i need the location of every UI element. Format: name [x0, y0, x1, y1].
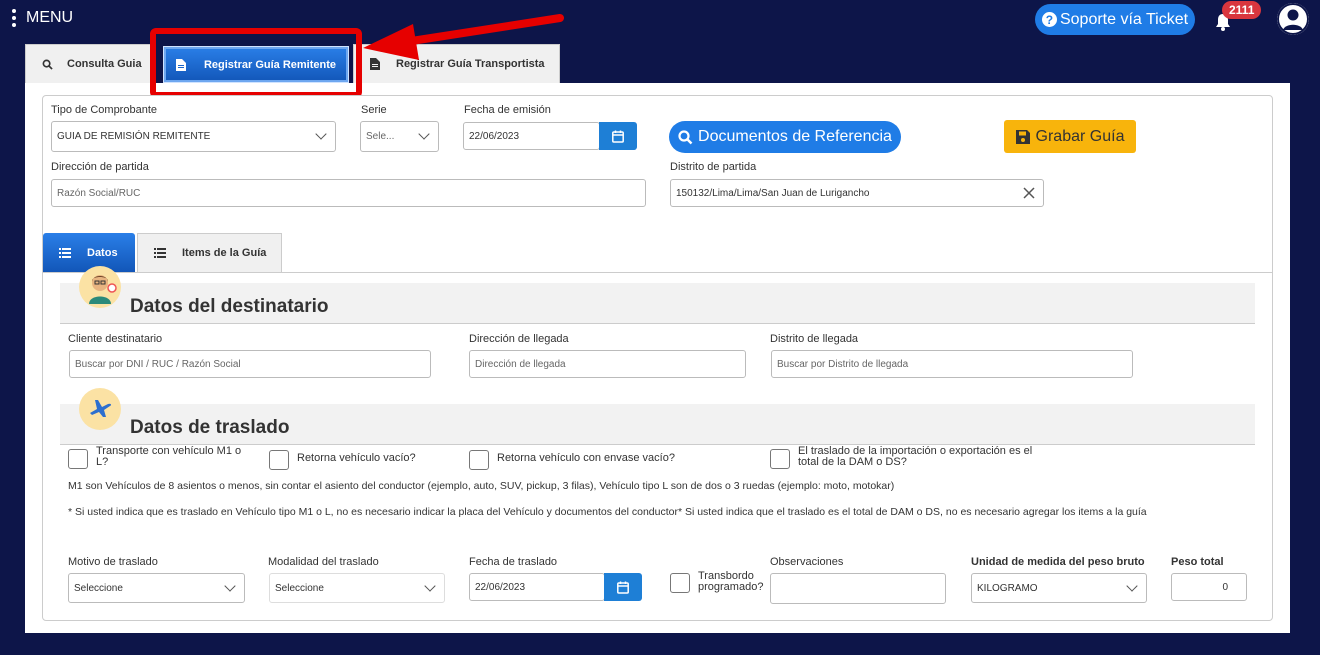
subtab-divider	[43, 272, 1272, 273]
observaciones-label: Observaciones	[770, 556, 844, 568]
vehiculo-m1-label-line1: Transporte con vehículo M1 o	[96, 445, 242, 457]
vehiculo-m1-checkbox[interactable]	[68, 449, 88, 469]
fecha-emision-label: Fecha de emisión	[464, 104, 551, 116]
question-icon: ?	[1041, 12, 1057, 27]
notification-badge: 2111	[1222, 1, 1262, 19]
unidad-medida-value: KILOGRAMO	[977, 582, 1038, 594]
peso-total-label: Peso total	[1171, 556, 1224, 568]
motivo-traslado-select[interactable]: Seleccione	[68, 573, 245, 603]
calendar-icon	[617, 581, 629, 594]
person-illustration-icon	[79, 266, 121, 308]
peso-total-input[interactable]: 0	[1171, 573, 1247, 601]
list-icon	[154, 248, 166, 258]
retorna-envase-checkbox[interactable]	[469, 450, 489, 470]
fecha-traslado-value: 22/06/2023	[475, 581, 526, 593]
vehiculo-m1-label-line2: L?	[96, 456, 109, 468]
menu-button[interactable]: MENU	[12, 9, 73, 27]
direccion-partida-input[interactable]: Razón Social/RUC	[51, 179, 646, 207]
unidad-medida-label: Unidad de medida del peso bruto	[971, 556, 1145, 568]
observaciones-input[interactable]	[770, 573, 946, 604]
calendar-icon	[612, 130, 624, 143]
tipo-comprobante-select[interactable]: GUIA DE REMISIÓN REMITENTE	[51, 121, 336, 152]
distrito-llegada-placeholder: Buscar por Distrito de llegada	[777, 358, 909, 370]
user-avatar[interactable]	[1277, 3, 1309, 35]
fecha-emision-value: 22/06/2023	[469, 130, 520, 142]
importacion-dam-label: El traslado de la importación o exportac…	[798, 446, 1058, 468]
subtab-items-label: Items de la Guía	[182, 247, 267, 259]
transbordo-label-line2: programado?	[698, 581, 764, 593]
transbordo-checkbox[interactable]	[670, 573, 690, 593]
m1-info-note: M1 son Vehículos de 8 asientos o menos, …	[68, 480, 895, 492]
peso-total-value: 0	[1222, 581, 1228, 593]
distrito-llegada-input[interactable]: Buscar por Distrito de llegada	[771, 350, 1133, 378]
traslado-info-note: * Si usted indica que es traslado en Veh…	[68, 506, 1147, 518]
distrito-llegada-label: Distrito de llegada	[770, 333, 859, 345]
destinatario-section-title: Datos del destinatario	[130, 296, 329, 317]
retorna-envase-label: Retorna vehículo con envase vacío?	[497, 452, 675, 464]
tipo-comprobante-value: GUIA DE REMISIÓN REMITENTE	[57, 131, 211, 142]
importacion-dam-checkbox[interactable]	[770, 449, 790, 469]
chevron-down-icon	[315, 128, 327, 140]
serie-select[interactable]: Sele...	[360, 121, 439, 152]
modalidad-traslado-label: Modalidad del traslado	[268, 556, 379, 568]
direccion-llegada-label: Dirección de llegada	[469, 333, 569, 345]
chevron-down-icon	[424, 580, 436, 592]
transbordo-label: Transbordo programado?	[698, 571, 763, 593]
distrito-partida-value: 150132/Lima/Lima/San Juan de Lurigancho	[676, 187, 870, 199]
chevron-down-icon	[1126, 580, 1138, 592]
highlight-annotation-box	[150, 28, 362, 98]
list-icon	[59, 247, 71, 258]
direccion-partida-placeholder: Razón Social/RUC	[57, 187, 141, 199]
airplane-illustration-icon	[79, 388, 121, 430]
modalidad-traslado-value: Seleccione	[275, 582, 324, 594]
serie-value: Sele...	[366, 131, 395, 142]
save-icon	[1015, 129, 1030, 144]
direccion-llegada-input[interactable]: Dirección de llegada	[469, 350, 746, 378]
search-icon	[42, 59, 53, 70]
documentos-referencia-button[interactable]: Documentos de Referencia	[669, 121, 901, 153]
subtab-items-guia[interactable]: Items de la Guía	[137, 233, 282, 272]
documentos-referencia-label: Documentos de Referencia	[698, 128, 892, 145]
serie-label: Serie	[361, 104, 387, 116]
red-arrow-annotation	[363, 14, 564, 60]
cliente-destinatario-label: Cliente destinatario	[68, 333, 163, 345]
cliente-destinatario-placeholder: Buscar por DNI / RUC / Razón Social	[75, 358, 241, 370]
subtab-datos[interactable]: Datos	[43, 233, 135, 272]
subtab-datos-label: Datos	[87, 246, 118, 259]
cliente-destinatario-input[interactable]: Buscar por DNI / RUC / Razón Social	[69, 350, 431, 378]
modalidad-traslado-select[interactable]: Seleccione	[269, 573, 445, 603]
vehiculo-m1-label: Transporte con vehículo M1 o L?	[96, 446, 256, 468]
search-icon	[678, 129, 693, 144]
distrito-partida-input[interactable]: 150132/Lima/Lima/San Juan de Lurigancho	[670, 179, 1044, 207]
retorna-vacio-checkbox[interactable]	[269, 450, 289, 470]
importacion-dam-label-line2: total de la DAM o DS?	[798, 456, 907, 468]
kebab-menu-icon	[12, 9, 16, 27]
motivo-traslado-label: Motivo de traslado	[68, 556, 158, 568]
traslado-section-title: Datos de traslado	[130, 417, 290, 438]
direccion-partida-label: Dirección de partida	[51, 161, 149, 173]
motivo-traslado-value: Seleccione	[74, 582, 123, 594]
calendar-button-traslado[interactable]	[604, 573, 642, 601]
unidad-medida-select[interactable]: KILOGRAMO	[971, 573, 1147, 603]
grabar-guia-button[interactable]: Grabar Guía	[1004, 120, 1136, 153]
support-label: Soporte vía Ticket	[1059, 10, 1189, 28]
calendar-button[interactable]	[599, 122, 637, 150]
grabar-guia-label: Grabar Guía	[1035, 127, 1125, 145]
fecha-emision-input[interactable]: 22/06/2023	[463, 122, 600, 150]
tab-consulta-label: Consulta Guia	[67, 58, 142, 70]
clear-icon[interactable]	[1023, 187, 1035, 199]
distrito-partida-label: Distrito de partida	[670, 161, 757, 173]
fecha-traslado-label: Fecha de traslado	[469, 556, 558, 568]
tipo-comprobante-label: Tipo de Comprobante	[51, 104, 157, 116]
support-ticket-button[interactable]: ? Soporte vía Ticket	[1035, 4, 1195, 35]
chevron-down-icon	[224, 580, 236, 592]
fecha-traslado-input[interactable]: 22/06/2023	[469, 573, 605, 601]
menu-label: MENU	[26, 9, 74, 26]
retorna-vacio-label: Retorna vehículo vacío?	[297, 452, 416, 464]
direccion-llegada-placeholder: Dirección de llegada	[475, 358, 566, 370]
chevron-down-icon	[418, 128, 430, 140]
tab-consulta-guia[interactable]: Consulta Guia	[25, 44, 153, 83]
